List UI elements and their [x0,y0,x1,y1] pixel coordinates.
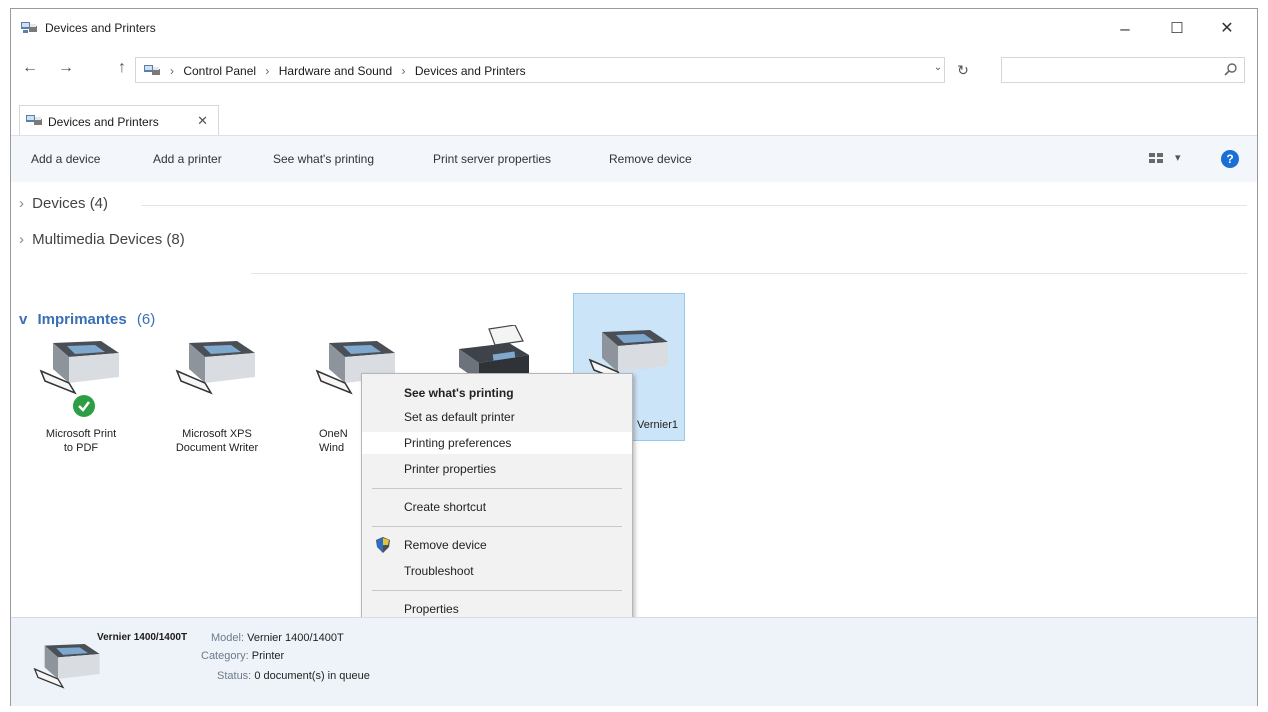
menu-separator [372,590,622,591]
printer-label-line: Document Writer [175,442,259,454]
address-bar[interactable]: › Control Panel › Hardware and Sound › D… [135,57,945,83]
context-menu: See what's printing Set as default print… [361,373,633,627]
group-multimedia-label: Multimedia Devices (8) [32,231,185,248]
menu-item-label: Set as default printer [404,410,515,424]
group-multimedia-devices[interactable]: › Multimedia Devices (8) [19,231,185,248]
view-icon [1149,153,1163,163]
menu-item-troubleshoot[interactable]: Troubleshoot [362,560,632,582]
menu-item-label: Create shortcut [404,500,487,514]
up-arrow-icon[interactable]: ↑ [111,59,133,77]
tab-close-icon[interactable]: ✕ [197,113,208,129]
breadcrumb-separator: › [170,64,174,78]
tab-devices-and-printers[interactable]: Devices and Printers ✕ [19,105,219,136]
printer-label-line: to PDF [63,442,99,454]
expand-chevron-icon: › [19,231,24,248]
devices-printers-icon [26,115,42,125]
change-view-button[interactable]: ▾ [1149,150,1189,168]
printer-item-microsoft-print-to-pdf[interactable]: Microsoft Print to PDF [25,309,137,454]
group-divider [141,205,1247,206]
search-input[interactable] [1006,61,1210,81]
help-icon[interactable]: ? [1221,150,1239,168]
close-button[interactable]: ✕ [1207,15,1247,43]
menu-item-create-shortcut[interactable]: Create shortcut [362,496,632,518]
add-device-button[interactable]: Add a device [31,152,100,166]
devices-and-printers-window: Devices and Printers – ☐ ✕ ← → ↑ › Contr… [10,8,1258,706]
menu-separator [372,526,622,527]
breadcrumb-devices-and-printers[interactable]: Devices and Printers [415,64,526,78]
printer-label: Microsoft XPS Document Writer [161,427,273,455]
command-bar: Add a device Add a printer See what's pr… [11,135,1257,182]
printer-icon [33,644,100,689]
printer-icon [175,341,255,395]
breadcrumb-separator: › [401,64,406,78]
breadcrumb: › Control Panel › Hardware and Sound › D… [170,64,532,78]
menu-item-label: See what's printing [404,386,514,400]
details-value: 0 document(s) in queue [254,670,370,682]
details-value: Printer [251,650,285,662]
search-box[interactable] [1001,57,1245,83]
menu-item-label: Printer properties [404,462,497,476]
printer-icon [39,341,119,395]
printer-label: Microsoft Print to PDF [25,427,137,455]
see-whats-printing-button[interactable]: See what's printing [273,152,374,166]
menu-item-remove-device[interactable]: Remove device [362,534,632,556]
details-category-row: Category: Printer [201,650,284,662]
group-devices[interactable]: › Devices (4) [19,195,108,212]
menu-item-printing-preferences[interactable]: Printing preferences [362,432,632,454]
group-devices-label: Devices (4) [32,195,109,212]
devices-printers-icon [21,22,37,33]
tab-strip: Devices and Printers ✕ [11,105,1257,136]
back-arrow-icon[interactable]: ← [19,59,41,77]
minimize-button[interactable]: – [1105,15,1145,43]
expand-chevron-icon: › [19,195,24,212]
breadcrumb-control-panel[interactable]: Control Panel [183,64,256,78]
menu-item-label: Remove device [404,538,487,552]
details-model-row: Model: Vernier 1400/1400T [211,632,344,644]
details-label: Status: [217,670,252,682]
printer-label-line: Microsoft Print [45,428,117,440]
menu-item-label: Properties [404,602,459,616]
details-pane: Vernier 1400/1400T Model: Vernier 1400/1… [11,617,1257,706]
group-printers-count: (6) [136,311,156,328]
details-label: Category: [201,650,249,662]
breadcrumb-separator: › [265,64,270,78]
menu-item-set-as-default-printer[interactable]: Set as default printer [362,406,632,428]
menu-item-label: Printing preferences [404,436,512,450]
details-value: Vernier 1400/1400T [247,632,344,644]
printer-label-line: Microsoft XPS [182,428,252,440]
address-dropdown-icon[interactable]: ⌄ [930,62,946,73]
menu-item-see-whats-printing[interactable]: See what's printing [362,382,632,404]
maximize-button[interactable]: ☐ [1157,15,1197,43]
menu-item-label: Troubleshoot [404,564,474,578]
search-icon[interactable] [1224,62,1238,76]
menu-item-printer-properties[interactable]: Printer properties [362,458,632,480]
shield-icon [376,537,390,553]
details-label: Model: [211,632,245,644]
group-divider [251,273,1247,274]
devices-printers-icon [144,65,160,75]
remove-device-button[interactable]: Remove device [609,152,692,166]
breadcrumb-hardware-and-sound[interactable]: Hardware and Sound [279,64,392,78]
refresh-icon[interactable]: ↻ [951,57,975,83]
default-printer-check-icon [73,395,95,417]
title-bar[interactable]: Devices and Printers – ☐ ✕ [11,9,1257,47]
view-dropdown-icon[interactable]: ▾ [1175,151,1181,164]
add-printer-button[interactable]: Add a printer [153,152,222,166]
details-device-name: Vernier 1400/1400T [97,632,188,643]
details-status-row: Status: 0 document(s) in queue [217,670,370,682]
printer-item-microsoft-xps-document-writer[interactable]: Microsoft XPS Document Writer [161,309,273,454]
window-title: Devices and Printers [45,21,156,35]
forward-arrow-icon[interactable]: → [55,59,77,77]
menu-separator [372,488,622,489]
print-server-properties-button[interactable]: Print server properties [433,152,551,166]
tab-label: Devices and Printers [48,115,159,129]
